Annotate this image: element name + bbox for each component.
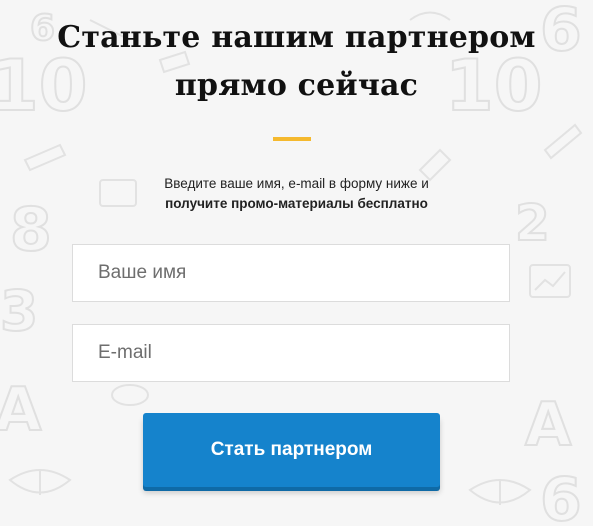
form-description: Введите ваше имя, e-mail в форму ниже и … <box>0 174 593 214</box>
chart-card-doodle <box>529 264 571 298</box>
page-title: Станьте нашим партнером прямо сейчас <box>0 14 593 110</box>
number-3-doodle: 3 <box>0 279 38 343</box>
pencil-doodle-right <box>543 123 583 160</box>
chart-line-doodle <box>534 271 566 291</box>
title-line-1: Станьте нашим партнером <box>57 20 536 55</box>
become-partner-button[interactable]: Стать партнером <box>143 413 440 487</box>
book-doodle <box>8 469 72 495</box>
number-6-doodle-bottom: 6 <box>540 465 582 526</box>
title-accent-divider <box>273 137 311 141</box>
description-emphasis: получите промо-материалы бесплатно <box>165 196 428 211</box>
letter-a-doodle: A <box>0 375 42 445</box>
eraser-doodle <box>111 384 149 406</box>
name-input[interactable] <box>72 244 510 302</box>
book-doodle-right <box>468 479 532 505</box>
description-text: Введите ваше имя, e-mail в форму ниже и <box>164 176 429 191</box>
letter-a-doodle-right: A <box>525 390 572 460</box>
pencil-doodle <box>23 143 67 172</box>
title-line-2: прямо сейчас <box>174 68 419 103</box>
email-input[interactable] <box>72 324 510 382</box>
